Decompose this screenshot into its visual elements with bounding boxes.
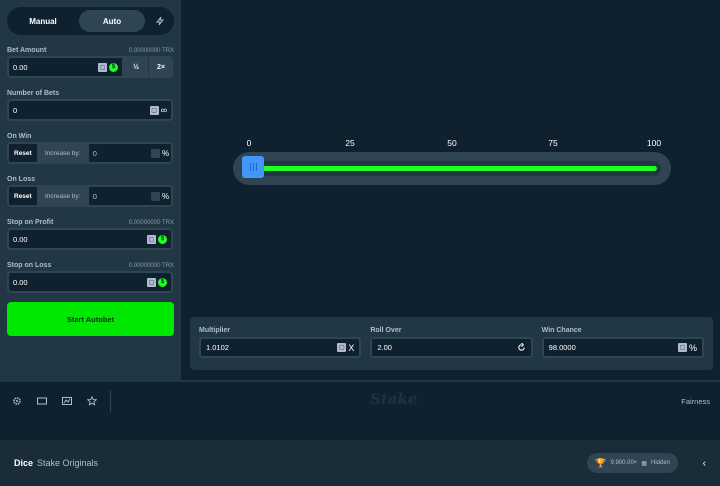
currency-icon: $ bbox=[158, 277, 167, 287]
currency-icon: $ bbox=[109, 62, 118, 72]
on-win-control: Reset Increase by: 0 % bbox=[7, 142, 173, 164]
multiplier-label: Multiplier bbox=[199, 327, 231, 334]
win-chance-input[interactable]: 98.0000 ▢ % bbox=[541, 337, 704, 358]
copy-icon[interactable]: ▢ bbox=[147, 234, 156, 244]
roll-over-value: 2.00 bbox=[377, 343, 392, 352]
swap-icon[interactable] bbox=[517, 343, 526, 352]
on-loss-control: Reset Increase by: 0 % bbox=[7, 185, 173, 207]
number-of-bets-label: Number of Bets bbox=[7, 90, 60, 97]
bet-amount-usd: 0.00000000 TRX bbox=[128, 48, 174, 54]
on-loss-input[interactable]: 0 bbox=[88, 187, 149, 205]
calendar-icon: ▦ bbox=[641, 460, 647, 467]
bet-amount-value: 0.00 bbox=[13, 62, 28, 72]
multiplier-suffix: X bbox=[348, 342, 355, 353]
win-chance-value: 98.0000 bbox=[548, 343, 576, 352]
slider-tick: 50 bbox=[447, 138, 457, 148]
stop-profit-value: 0.00 bbox=[13, 234, 28, 244]
multiplier-field: Multiplier 1.0102 ▢ X bbox=[199, 317, 362, 370]
stop-profit-usd: 0.00000000 TRX bbox=[128, 220, 174, 226]
slider-tick: 25 bbox=[345, 138, 355, 148]
roll-slider[interactable] bbox=[233, 152, 671, 185]
half-button[interactable]: ½ bbox=[124, 56, 149, 78]
on-loss-increase-button[interactable]: Increase by: bbox=[36, 187, 89, 205]
on-loss-label: On Loss bbox=[7, 176, 36, 183]
multiplier-input[interactable]: 1.0102 ▢ X bbox=[199, 337, 362, 358]
game-name[interactable]: Dice bbox=[14, 458, 33, 468]
stop-profit-label: Stop on Profit bbox=[7, 219, 54, 226]
bet-stats-panel: Multiplier 1.0102 ▢ X Roll Over 2.00 Win… bbox=[190, 317, 713, 370]
on-loss-reset-button[interactable]: Reset bbox=[9, 187, 37, 205]
on-win-increase-button[interactable]: Increase by: bbox=[36, 144, 89, 162]
chevron-left-icon[interactable]: ‹ bbox=[678, 458, 706, 469]
on-win-reset-button[interactable]: Reset bbox=[9, 144, 37, 162]
on-win-label: On Win bbox=[7, 133, 32, 140]
roll-over-field: Roll Over 2.00 bbox=[370, 317, 533, 370]
star-icon[interactable] bbox=[79, 381, 104, 421]
win-chance-field: Win Chance 98.0000 ▢ % bbox=[541, 317, 704, 370]
copy-icon[interactable]: ▢ bbox=[98, 62, 107, 72]
start-autobet-button[interactable]: Start Autobet bbox=[7, 302, 174, 336]
slider-tick: 0 bbox=[246, 138, 252, 148]
hidden-label: Hidden bbox=[650, 460, 670, 466]
slider-win-range bbox=[253, 166, 657, 171]
slider-handle[interactable] bbox=[242, 156, 265, 178]
max-win-pill[interactable]: 🏆 9,900.00× ▦ Hidden bbox=[587, 453, 678, 473]
win-chance-suffix: % bbox=[688, 342, 697, 353]
trophy-icon: 🏆 bbox=[595, 457, 607, 468]
stop-loss-input[interactable]: 0.00 ▢ $ bbox=[7, 271, 173, 293]
roll-over-input[interactable]: 2.00 bbox=[370, 337, 533, 358]
stop-profit-input[interactable]: 0.00 ▢ $ bbox=[7, 228, 173, 250]
percent-label: % bbox=[161, 148, 170, 158]
on-win-input[interactable]: 0 bbox=[88, 144, 149, 162]
stats-icon[interactable] bbox=[54, 381, 79, 421]
number-of-bets-value: 0 bbox=[13, 105, 18, 115]
copy-icon[interactable]: ▢ bbox=[147, 277, 156, 287]
copy-icon[interactable]: ▢ bbox=[149, 105, 159, 115]
theatre-icon[interactable] bbox=[29, 381, 54, 421]
copy-icon[interactable]: ▢ bbox=[677, 343, 687, 352]
game-source[interactable]: Stake Originals bbox=[37, 458, 98, 468]
mode-tabs: Manual Auto bbox=[7, 7, 174, 35]
double-button[interactable]: 2× bbox=[149, 56, 173, 78]
max-win-value: 9,900.00× bbox=[610, 460, 638, 466]
instant-bet-icon[interactable] bbox=[148, 10, 171, 32]
footer-divider bbox=[110, 390, 111, 412]
slider-tick: 100 bbox=[646, 138, 662, 148]
bet-sidebar: Manual Auto Bet Amount 0.00000000 TRX 0.… bbox=[0, 0, 181, 380]
stop-loss-label: Stop on Loss bbox=[7, 262, 52, 269]
stop-loss-usd: 0.00000000 TRX bbox=[128, 263, 174, 269]
slider-tick: 75 bbox=[548, 138, 558, 148]
game-info-bar: Dice Stake Originals 🏆 9,900.00× ▦ Hidde… bbox=[0, 440, 720, 486]
tab-manual[interactable]: Manual bbox=[10, 10, 76, 32]
copy-icon[interactable] bbox=[150, 148, 160, 158]
percent-label: % bbox=[161, 191, 170, 201]
roll-over-label: Roll Over bbox=[370, 327, 402, 334]
infinity-icon: ∞ bbox=[160, 105, 167, 115]
bet-amount-input[interactable]: 0.00 ▢ $ bbox=[7, 56, 124, 78]
stop-loss-value: 0.00 bbox=[13, 277, 28, 287]
stake-logo: Stake bbox=[370, 390, 418, 408]
multiplier-value: 1.0102 bbox=[206, 343, 229, 352]
copy-icon[interactable] bbox=[150, 191, 160, 201]
fairness-link[interactable]: Fairness bbox=[681, 397, 710, 406]
on-win-percent: % bbox=[149, 144, 171, 162]
slider-track bbox=[241, 161, 661, 176]
bet-amount-label: Bet Amount bbox=[7, 47, 47, 54]
tab-auto[interactable]: Auto bbox=[79, 10, 145, 32]
gear-icon[interactable] bbox=[4, 381, 29, 421]
win-chance-label: Win Chance bbox=[541, 327, 582, 334]
copy-icon[interactable]: ▢ bbox=[337, 343, 347, 352]
game-footer: Stake Fairness bbox=[0, 380, 720, 420]
currency-icon: $ bbox=[158, 234, 167, 244]
number-of-bets-input[interactable]: 0 ▢ ∞ bbox=[7, 99, 173, 121]
on-loss-percent: % bbox=[149, 187, 171, 205]
